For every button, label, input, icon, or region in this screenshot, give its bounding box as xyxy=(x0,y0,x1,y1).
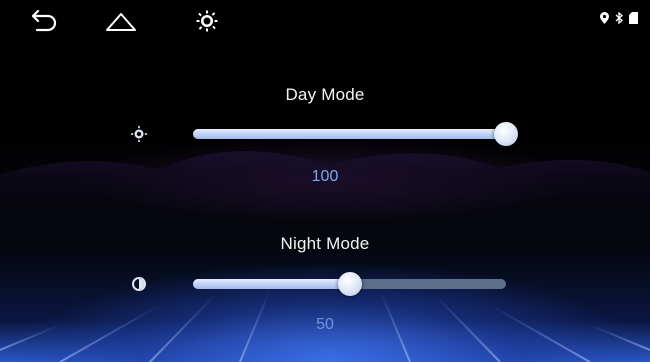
bluetooth-icon xyxy=(615,12,623,24)
night-mode-title: Night Mode xyxy=(280,234,370,253)
slider-thumb[interactable] xyxy=(494,122,518,146)
slider-fill xyxy=(193,279,350,289)
brightness-settings-screen: Day Mode 100 Night Mode 50 xyxy=(0,0,650,362)
brightness-icon[interactable] xyxy=(190,8,224,34)
sun-icon xyxy=(131,126,147,142)
status-bar xyxy=(0,0,650,40)
night-mode-value: 50 xyxy=(316,316,334,333)
back-icon[interactable] xyxy=(26,8,60,34)
home-icon[interactable] xyxy=(104,8,138,34)
day-mode-title: Day Mode xyxy=(285,85,365,104)
status-icons xyxy=(600,12,638,24)
location-icon xyxy=(600,12,609,24)
night-mode-slider[interactable] xyxy=(193,272,506,296)
day-mode-slider[interactable] xyxy=(193,122,518,146)
battery-icon xyxy=(629,12,638,24)
slider-thumb[interactable] xyxy=(337,272,362,296)
slider-fill xyxy=(193,129,506,139)
half-moon-brightness-icon xyxy=(131,276,147,292)
day-mode-value: 100 xyxy=(311,168,339,185)
